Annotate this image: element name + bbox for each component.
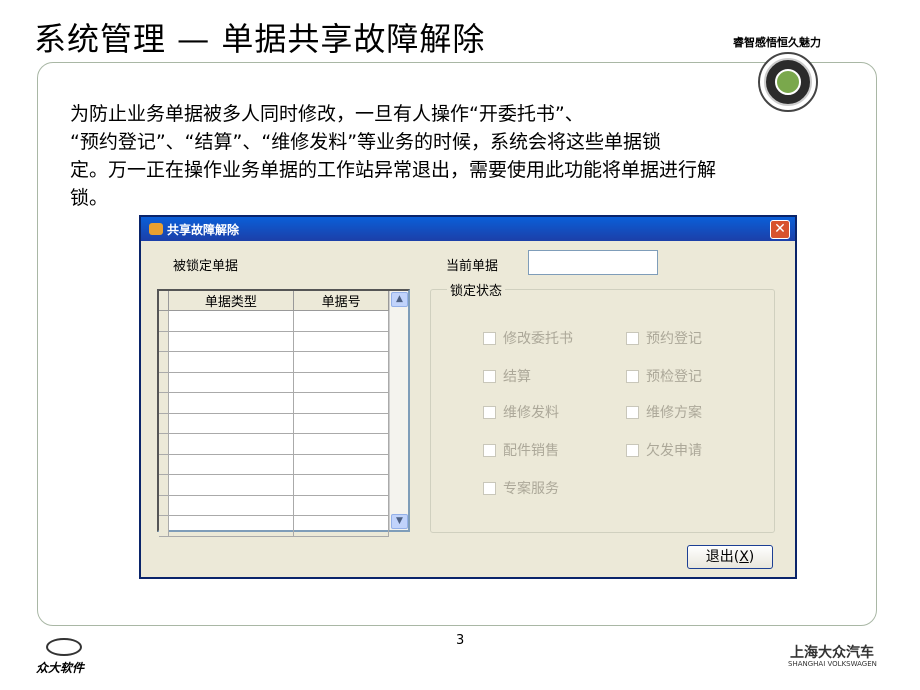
table-row[interactable] bbox=[159, 413, 389, 434]
table-row[interactable] bbox=[159, 454, 389, 475]
checkbox-label: 预约登记 bbox=[646, 331, 702, 347]
table-row[interactable] bbox=[159, 433, 389, 455]
paragraph-line: “预约登记”、“结算”、“维修发料”等业务的时候，系统会将这些单据锁 bbox=[70, 131, 662, 153]
zhongda-logo-icon bbox=[46, 638, 82, 656]
current-doc-field[interactable] bbox=[528, 250, 658, 275]
checkbox-icon bbox=[483, 405, 496, 419]
checkbox-parts-issue[interactable]: 维修发料 bbox=[483, 402, 559, 422]
checkbox-icon bbox=[626, 331, 639, 345]
locked-docs-table[interactable]: 单据类型 单据号 ▲ ▼ bbox=[157, 289, 410, 537]
checkbox-icon bbox=[483, 481, 496, 495]
paragraph-line: 为防止业务单据被多人同时修改，一旦有人操作“开委托书”、 bbox=[70, 103, 584, 125]
column-header-doc-type[interactable]: 单据类型 bbox=[168, 291, 295, 311]
exit-label-close: ) bbox=[748, 549, 755, 565]
checkbox-precheck[interactable]: 预检登记 bbox=[626, 366, 702, 386]
exit-hotkey: X bbox=[739, 549, 749, 565]
dialog-titlebar[interactable]: 共享故障解除 bbox=[141, 217, 795, 241]
checkbox-label: 修改委托书 bbox=[503, 331, 573, 347]
footer-right-brand-en: SHANGHAI VOLKSWAGEN bbox=[788, 660, 877, 668]
table-row[interactable] bbox=[159, 392, 389, 414]
footer-right-brand-cn: 上海大众汽车 bbox=[790, 645, 874, 661]
table-row[interactable] bbox=[159, 372, 389, 393]
slide-title: 系统管理 — 单据共享故障解除 bbox=[34, 20, 486, 58]
footer-left-brand: 众大软件 bbox=[36, 661, 85, 675]
paragraph-line: 锁。 bbox=[70, 187, 109, 209]
dialog-window: 共享故障解除 ✕ 被锁定单据 单据类型 单据号 ▲ ▼ 当前单据 锁定状态 修改… bbox=[139, 215, 797, 579]
table-row[interactable] bbox=[159, 331, 389, 352]
lock-status-legend: 锁定状态 bbox=[447, 280, 506, 299]
checkbox-parts-sales[interactable]: 配件销售 bbox=[483, 440, 559, 460]
table-row[interactable] bbox=[159, 310, 389, 332]
vertical-scrollbar[interactable]: ▲ ▼ bbox=[389, 291, 408, 530]
slogan: 睿智感悟恒久魅力 bbox=[733, 36, 821, 49]
description-paragraph: 为防止业务单据被多人同时修改，一旦有人操作“开委托书”、 “预约登记”、“结算”… bbox=[70, 100, 860, 212]
checkbox-settlement[interactable]: 结算 bbox=[483, 366, 531, 386]
table-row[interactable] bbox=[159, 495, 389, 516]
lock-status-group: 锁定状态 修改委托书 预约登记 结算 预检登记 维修发料 维修方案 配件销售 欠… bbox=[430, 280, 775, 533]
checkbox-backorder[interactable]: 欠发申请 bbox=[626, 440, 702, 460]
table-row[interactable] bbox=[159, 351, 389, 373]
checkbox-label: 维修发料 bbox=[503, 405, 559, 421]
checkbox-icon bbox=[483, 331, 496, 345]
checkbox-repair-plan[interactable]: 维修方案 bbox=[626, 402, 702, 422]
checkbox-special-service[interactable]: 专案服务 bbox=[483, 478, 559, 498]
table-row[interactable] bbox=[159, 474, 389, 496]
paragraph-line: 定。万一正在操作业务单据的工作站异常退出，需要使用此功能将单据进行解 bbox=[70, 159, 717, 181]
page-number: 3 bbox=[456, 633, 465, 648]
checkbox-icon bbox=[626, 369, 639, 383]
checkbox-icon bbox=[626, 443, 639, 457]
row-header-corner bbox=[159, 291, 169, 311]
locked-docs-label: 被锁定单据 bbox=[173, 259, 239, 274]
column-header-doc-number[interactable]: 单据号 bbox=[293, 291, 389, 311]
checkbox-label: 预检登记 bbox=[646, 369, 702, 385]
current-doc-label: 当前单据 bbox=[446, 259, 499, 274]
close-button[interactable]: ✕ bbox=[770, 220, 790, 239]
checkbox-icon bbox=[626, 405, 639, 419]
checkbox-label: 结算 bbox=[503, 369, 531, 385]
checkbox-label: 专案服务 bbox=[503, 481, 559, 497]
exit-label: 退出( bbox=[705, 549, 740, 565]
checkbox-label: 欠发申请 bbox=[646, 443, 702, 459]
checkbox-icon bbox=[483, 369, 496, 383]
scroll-down-icon[interactable]: ▼ bbox=[391, 514, 408, 529]
checkbox-label: 维修方案 bbox=[646, 405, 702, 421]
table-row[interactable] bbox=[159, 515, 389, 537]
checkbox-label: 配件销售 bbox=[503, 443, 559, 459]
checkbox-icon bbox=[483, 443, 496, 457]
checkbox-appointment[interactable]: 预约登记 bbox=[626, 328, 702, 348]
exit-button[interactable]: 退出(X) bbox=[687, 545, 773, 569]
scroll-up-icon[interactable]: ▲ bbox=[391, 292, 408, 307]
dialog-title: 共享故障解除 bbox=[167, 222, 240, 237]
checkbox-modify-order[interactable]: 修改委托书 bbox=[483, 328, 573, 348]
app-icon bbox=[149, 223, 163, 235]
